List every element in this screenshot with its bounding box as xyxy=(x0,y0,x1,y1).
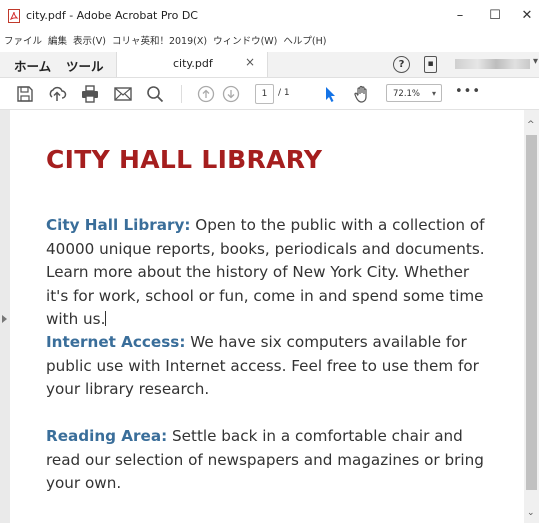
tab-document-label: city.pdf xyxy=(173,57,213,70)
menu-window[interactable]: ウィンドウ(W) xyxy=(213,33,277,49)
zoom-select[interactable]: 72.1% ▾ xyxy=(386,84,442,102)
print-icon[interactable] xyxy=(80,84,100,104)
document-view[interactable]: CITY HALL LIBRARY City Hall Library: Ope… xyxy=(10,110,524,523)
page-total: / 1 xyxy=(278,88,290,98)
mobile-link-icon[interactable]: ▪ xyxy=(424,56,437,73)
close-tab-icon[interactable]: × xyxy=(245,55,255,69)
menu-help[interactable]: ヘルプ(H) xyxy=(283,33,326,49)
save-icon[interactable] xyxy=(15,84,35,104)
page-number-input[interactable]: 1 xyxy=(255,84,274,104)
menu-edit[interactable]: 編集 xyxy=(48,33,67,49)
account-name[interactable] xyxy=(455,59,530,69)
upload-icon[interactable] xyxy=(47,84,67,104)
scroll-thumb[interactable] xyxy=(526,135,537,490)
paragraph-heading: City Hall Library: xyxy=(46,216,191,234)
document-title: CITY HALL LIBRARY xyxy=(46,145,323,174)
tab-document[interactable]: city.pdf × xyxy=(116,52,268,77)
toolbar-divider xyxy=(181,85,182,103)
more-tools-icon[interactable]: ••• xyxy=(455,84,481,99)
paragraph-library: City Hall Library: Open to the public wi… xyxy=(46,214,496,332)
zoom-value: 72.1% xyxy=(393,89,421,99)
next-page-icon[interactable] xyxy=(221,84,241,104)
help-icon[interactable]: ? xyxy=(393,56,410,73)
left-panel-toggle[interactable] xyxy=(0,110,10,523)
scroll-up-icon[interactable]: ^ xyxy=(527,120,535,130)
maximize-button[interactable]: ☐ xyxy=(483,8,507,24)
paragraph-heading: Internet Access: xyxy=(46,333,186,351)
scroll-down-icon[interactable]: ⌄ xyxy=(527,508,535,518)
text-cursor xyxy=(105,311,107,326)
expand-arrow-icon xyxy=(2,315,7,323)
close-window-button[interactable]: ✕ xyxy=(515,8,539,24)
menu-view[interactable]: 表示(V) xyxy=(73,33,106,49)
chevron-down-icon: ▾ xyxy=(431,89,436,98)
tab-home[interactable]: ホーム xyxy=(14,56,51,75)
paragraph-internet: Internet Access: We have six computers a… xyxy=(46,331,496,402)
menu-file[interactable]: ファイル xyxy=(4,33,42,49)
title-bar: city.pdf - Adobe Acrobat Pro DC – ☐ ✕ xyxy=(0,0,539,32)
paragraph-heading: Reading Area: xyxy=(46,427,168,445)
search-icon[interactable] xyxy=(145,84,165,104)
paragraph-reading: Reading Area: Settle back in a comfortab… xyxy=(46,425,496,496)
menu-korya[interactable]: コリャ英和！2019(X) xyxy=(112,33,207,49)
chevron-down-icon[interactable]: ▾ xyxy=(533,56,538,67)
tab-bar: ホーム ツール city.pdf × ? ▪ ▾ xyxy=(0,52,539,78)
tab-tools[interactable]: ツール xyxy=(66,56,104,75)
toolbar: 1 / 1 72.1% ▾ ••• xyxy=(0,78,539,110)
select-arrow-icon[interactable] xyxy=(320,84,340,104)
hand-tool-icon[interactable] xyxy=(352,84,372,104)
vertical-scrollbar[interactable]: ^ ⌄ xyxy=(524,110,539,523)
prev-page-icon[interactable] xyxy=(196,84,216,104)
acrobat-pdf-icon xyxy=(8,9,20,23)
minimize-button[interactable]: – xyxy=(448,8,472,24)
window-title: city.pdf - Adobe Acrobat Pro DC xyxy=(26,9,198,22)
mail-icon[interactable] xyxy=(113,84,133,104)
menu-bar: ファイル 編集 表示(V) コリャ英和！2019(X) ウィンドウ(W) ヘルプ… xyxy=(0,33,328,49)
